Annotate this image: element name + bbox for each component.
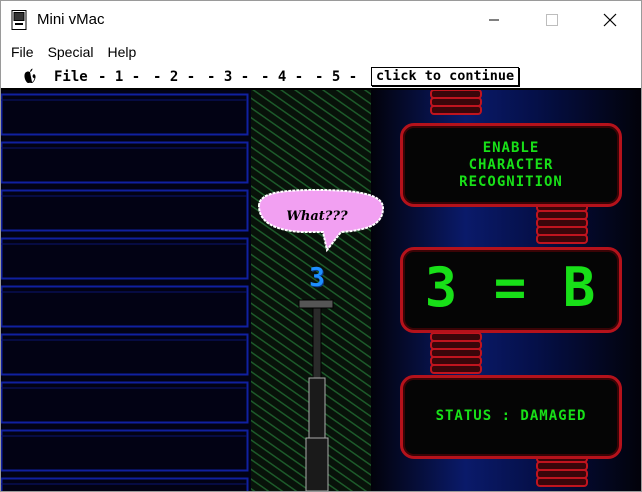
status-text: STATUS : DAMAGED: [435, 408, 587, 424]
host-menu-bar: File Special Help: [1, 41, 641, 63]
panel-line-recognition: RECOGNITION: [459, 174, 563, 190]
menu-file[interactable]: File: [11, 44, 34, 60]
panel-line-enable: ENABLE: [482, 140, 540, 156]
close-button[interactable]: [587, 1, 633, 39]
panel-line-character: CHARACTER: [468, 157, 554, 173]
apple-icon[interactable]: [23, 68, 37, 84]
mac-menu-3[interactable]: - 3 -: [207, 69, 249, 85]
emulator-screen[interactable]: File - 1 - - 2 - - 3 - - 4 - - 5 - click…: [1, 65, 641, 491]
menu-help[interactable]: Help: [107, 44, 136, 60]
mac-menu-2[interactable]: - 2 -: [153, 69, 195, 85]
mini-vmac-window: Mini vMac File Special Help File - 1 - -…: [0, 0, 642, 492]
mac-menu-5[interactable]: - 5 -: [315, 69, 357, 85]
minimize-button[interactable]: [471, 1, 517, 39]
mac-menu-bar: File - 1 - - 2 - - 3 - - 4 - - 5 - click…: [1, 65, 641, 90]
recognition-panel: ENABLE CHARACTER RECOGNITION: [400, 123, 622, 207]
maximize-icon: [546, 14, 558, 26]
window-title: Mini vMac: [37, 11, 105, 28]
app-icon: [11, 10, 27, 30]
mac-menu-4[interactable]: - 4 -: [261, 69, 303, 85]
mapping-panel: 3 = B: [400, 247, 622, 333]
speech-bubble-text: What???: [286, 209, 348, 224]
mac-menu-1[interactable]: - 1 -: [98, 69, 140, 85]
mac-menu-file[interactable]: File: [54, 69, 88, 85]
mapping-text: 3 = B: [424, 256, 598, 319]
close-icon: [603, 13, 617, 27]
maximize-button[interactable]: [529, 1, 575, 39]
menu-special[interactable]: Special: [48, 44, 94, 60]
pole-digit: 3: [309, 263, 325, 293]
status-panel: STATUS : DAMAGED: [400, 375, 622, 459]
click-to-continue-button[interactable]: click to continue: [371, 67, 520, 86]
title-bar: Mini vMac: [1, 1, 641, 39]
game-scene: ENABLE CHARACTER RECOGNITION 3 = B STATU…: [1, 90, 641, 491]
minimize-icon: [489, 19, 499, 21]
